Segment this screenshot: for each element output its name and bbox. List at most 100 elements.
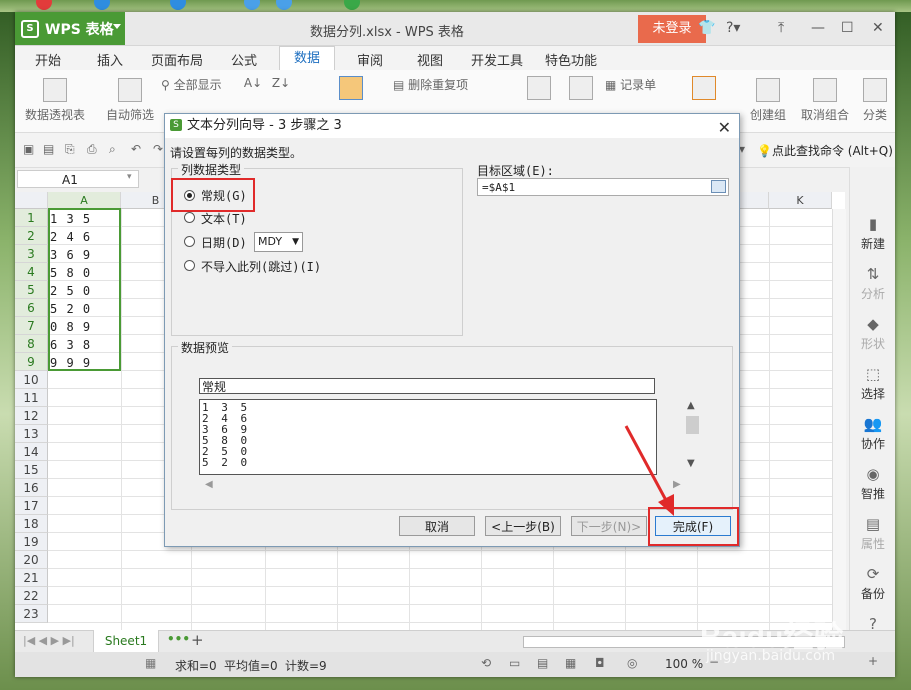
scroll-up-icon[interactable]: ▲ <box>687 400 695 411</box>
save-icon[interactable]: ▤ <box>43 142 54 156</box>
row-header[interactable]: 10 <box>15 371 48 389</box>
scroll-left-icon[interactable]: ◀ <box>205 479 213 490</box>
row-header[interactable]: 23 <box>15 605 48 623</box>
date-format-select[interactable]: MDY ▼ <box>254 232 303 252</box>
row-header[interactable]: 17 <box>15 497 48 515</box>
login-button[interactable]: 未登录 <box>638 15 706 43</box>
sidebar-backup[interactable]: ⟳ 备份 <box>850 565 895 602</box>
row-header[interactable]: 5 <box>15 281 48 299</box>
menu-formula[interactable]: 公式 <box>231 50 257 69</box>
layout-view-icon[interactable]: ▤ <box>537 656 548 670</box>
sidebar-select[interactable]: ⬚ 选择 <box>850 365 895 402</box>
row-header[interactable]: 8 <box>15 335 48 353</box>
preview-scroll-thumb[interactable] <box>686 416 699 434</box>
minimize-icon[interactable]: — <box>811 20 825 36</box>
remove-duplicates-button[interactable]: ▤ 删除重复项 <box>393 76 503 93</box>
row-header[interactable]: 7 <box>15 317 48 335</box>
skin-icon[interactable]: 👕 <box>698 20 715 36</box>
vertical-scrollbar[interactable] <box>832 209 846 630</box>
find-command-box[interactable]: 💡点此查找命令 (Alt+Q) <box>757 142 893 159</box>
sidebar-new[interactable]: ▮ 新建 <box>850 215 895 252</box>
data-validation-icon[interactable] <box>527 76 551 104</box>
create-group-button[interactable]: 创建组 <box>747 78 789 123</box>
help-icon[interactable]: ?▾ <box>726 20 740 36</box>
target-area-input[interactable]: =$A$1 <box>477 178 729 196</box>
split-column-icon[interactable] <box>337 76 365 104</box>
zoom-in-icon[interactable]: + <box>868 654 878 668</box>
restore-icon[interactable]: ⤒ <box>778 20 784 36</box>
radio-skip[interactable] <box>184 260 195 271</box>
maximize-icon[interactable]: ☐ <box>841 20 854 36</box>
history-icon[interactable]: ⟲ <box>481 656 491 670</box>
menu-insert[interactable]: 插入 <box>97 50 123 69</box>
consolidate-icon[interactable] <box>569 76 593 104</box>
row-header[interactable]: 1 <box>15 209 48 227</box>
add-sheet-icon[interactable]: + <box>191 631 204 649</box>
autofilter-button[interactable]: 自动筛选 <box>103 78 157 123</box>
sidebar-collab[interactable]: 👥 协作 <box>850 415 895 452</box>
show-all-button[interactable]: ⚲ 全部显示 <box>161 76 237 93</box>
row-header[interactable]: 9 <box>15 353 48 371</box>
scroll-down-icon[interactable]: ▼ <box>687 458 695 469</box>
export-pdf-icon[interactable]: ⎘ <box>65 142 75 157</box>
pivot-table-button[interactable]: 数据透视表 <box>23 78 87 123</box>
row-header[interactable]: 14 <box>15 443 48 461</box>
zoom-level[interactable]: 100 % <box>665 657 703 671</box>
column-header-a[interactable]: A <box>48 192 121 209</box>
sidebar-smart[interactable]: ◉ 智推 <box>850 465 895 502</box>
row-header[interactable]: 18 <box>15 515 48 533</box>
menu-page-layout[interactable]: 页面布局 <box>151 50 203 69</box>
name-box[interactable]: A1 <box>17 170 139 188</box>
undo-icon[interactable]: ↶ <box>131 142 141 156</box>
row-header[interactable]: 11 <box>15 389 48 407</box>
column-header-k[interactable]: K <box>769 192 832 209</box>
row-header[interactable]: 2 <box>15 227 48 245</box>
record-button[interactable]: ▦ 记录单 <box>605 76 675 93</box>
range-select-icon[interactable] <box>711 180 726 193</box>
folder-icon[interactable]: ▣ <box>23 142 34 156</box>
sheet-nav-icons[interactable]: |◀ ◀ ▶ ▶| <box>23 634 75 647</box>
radio-date[interactable] <box>184 236 195 247</box>
redo-icon[interactable]: ↷ <box>153 142 163 156</box>
normal-view-icon[interactable]: ▭ <box>509 656 520 670</box>
chevron-down-icon[interactable]: ▾ <box>127 172 132 182</box>
row-header[interactable]: 3 <box>15 245 48 263</box>
print-icon[interactable]: ⎙ <box>87 142 97 157</box>
eye-protect-icon[interactable]: ◎ <box>627 656 637 670</box>
cancel-button[interactable]: 取消 <box>399 516 475 536</box>
sidebar-shape[interactable]: ◆ 形状 <box>850 315 895 352</box>
close-icon[interactable]: ✕ <box>718 116 731 140</box>
menu-review[interactable]: 审阅 <box>357 50 383 69</box>
menu-home[interactable]: 开始 <box>35 50 61 69</box>
app-menu-button[interactable]: S WPS 表格 <box>15 12 125 45</box>
back-button[interactable]: <上一步(B) <box>485 516 561 536</box>
ungroup-button[interactable]: 取消组合 <box>795 78 855 123</box>
close-icon[interactable]: ✕ <box>872 20 884 36</box>
row-header[interactable]: 6 <box>15 299 48 317</box>
menu-view[interactable]: 视图 <box>417 50 443 69</box>
what-if-icon[interactable] <box>691 76 717 104</box>
radio-date-label[interactable]: 日期(D) <box>201 234 247 251</box>
radio-text[interactable] <box>184 212 195 223</box>
reading-mode-icon[interactable]: ◘ <box>595 656 605 670</box>
radio-text-label[interactable]: 文本(T) <box>201 210 247 227</box>
radio-skip-label[interactable]: 不导入此列(跳过)(I) <box>201 258 321 275</box>
row-header[interactable]: 12 <box>15 407 48 425</box>
page-break-view-icon[interactable]: ▦ <box>565 656 576 670</box>
row-header[interactable]: 22 <box>15 587 48 605</box>
corner-header[interactable] <box>15 192 48 209</box>
row-header[interactable]: 20 <box>15 551 48 569</box>
print-preview-icon[interactable]: ⌕ <box>109 142 116 157</box>
row-header[interactable]: 21 <box>15 569 48 587</box>
subtotal-button[interactable]: 分类 <box>863 78 887 123</box>
row-header[interactable]: 4 <box>15 263 48 281</box>
sheet-tab-sheet1[interactable]: Sheet1 <box>93 630 159 653</box>
more-sheets-icon[interactable]: ••• <box>167 632 190 646</box>
sort-desc-icon[interactable]: Z↓ <box>271 76 291 90</box>
sort-asc-icon[interactable]: A↓ <box>243 76 263 90</box>
row-header[interactable]: 16 <box>15 479 48 497</box>
preview-column-header[interactable]: 常规 <box>199 378 655 394</box>
sidebar-analyze[interactable]: ⇅ 分析 <box>850 265 895 302</box>
row-header[interactable]: 15 <box>15 461 48 479</box>
row-header[interactable]: 13 <box>15 425 48 443</box>
